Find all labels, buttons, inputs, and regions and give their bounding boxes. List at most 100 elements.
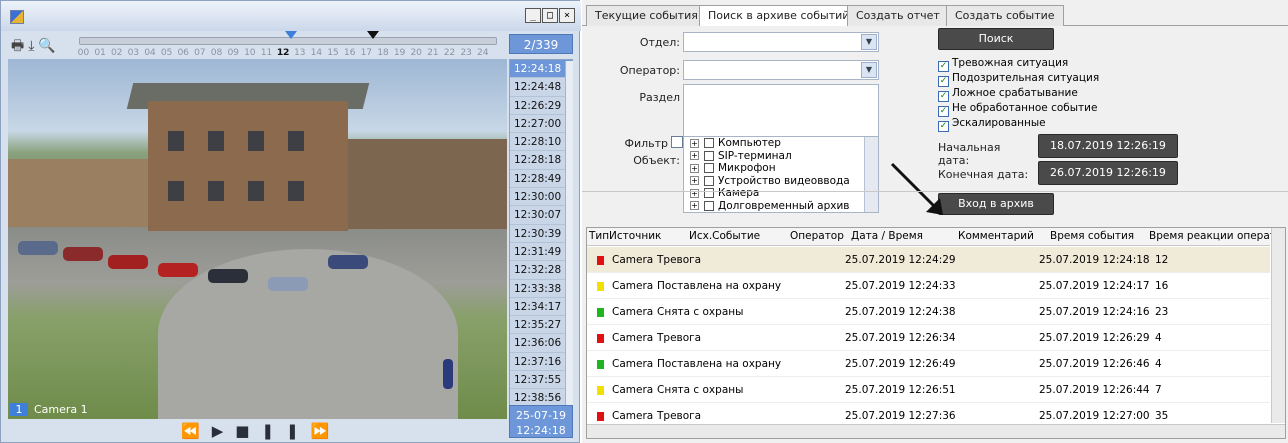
minimize-button[interactable]: _ (525, 8, 541, 23)
forward-button[interactable]: ⏩ (311, 422, 342, 440)
filter-checkbox[interactable] (671, 136, 683, 148)
end-date-field[interactable]: 26.07.2019 12:26:19 (1038, 161, 1178, 185)
tree-item[interactable]: + Компьютер (684, 137, 878, 150)
time-list-item[interactable]: 12:30:07 (510, 206, 572, 225)
tree-item[interactable]: + Устройство видеоввода (684, 175, 878, 188)
tree-checkbox[interactable] (704, 188, 714, 198)
chevron-down-icon[interactable]: ▼ (861, 62, 877, 78)
zoom-icon[interactable]: 🔍 (38, 38, 59, 54)
table-vertical-scrollbar[interactable] (1271, 228, 1285, 423)
expand-icon[interactable]: + (690, 138, 699, 148)
pause-button[interactable]: ❚❚ (261, 422, 310, 440)
tree-item-label: Долговременный архив (718, 199, 850, 212)
timeline-hour-label: 22 (443, 47, 456, 58)
timeline-position-marker[interactable] (285, 31, 297, 39)
tree-checkbox[interactable] (704, 150, 714, 161)
time-list-item[interactable]: 12:35:27 (510, 316, 572, 335)
object-tree[interactable]: + Компьютер + SIP-терминал + Микрофон + Устройс… (683, 136, 879, 213)
event-type-checkbox[interactable]: ✓ Подозрительная ситуация (938, 71, 1099, 87)
time-list-item[interactable]: 12:24:48 (510, 78, 572, 97)
events-table[interactable]: Тип Источник Исх.Событие Оператор Дата /… (586, 227, 1286, 439)
table-row[interactable]: Camera Тревога 25.07.2019 12:24:29 25.07.20… (587, 247, 1270, 273)
time-list-item[interactable]: 12:30:39 (510, 225, 572, 243)
col-type[interactable]: Тип (589, 228, 609, 245)
close-button[interactable]: × (559, 8, 575, 23)
event-type-checkbox[interactable]: ✓ Тревожная ситуация (938, 56, 1068, 72)
start-date-field[interactable]: 18.07.2019 12:26:19 (1038, 134, 1178, 158)
expand-icon[interactable]: + (690, 188, 699, 198)
razdel-field[interactable] (683, 84, 879, 144)
table-horizontal-scrollbar[interactable] (587, 424, 1285, 438)
table-row[interactable]: Camera Поставлена на охрану 25.07.2019 12:… (587, 273, 1270, 299)
time-list-item[interactable]: 12:37:16 (510, 353, 572, 372)
checkmark-icon[interactable]: ✓ (938, 121, 949, 132)
tab-archive-search[interactable]: Поиск в архиве событий (699, 5, 859, 27)
table-row[interactable]: Camera Снята с охраны 25.07.2019 12:26:51 2… (587, 377, 1270, 403)
timeline-hour-label: 20 (410, 47, 422, 58)
tree-checkbox[interactable] (704, 138, 714, 148)
cell-event-time: 25.07.2019 12:26:44 (1039, 384, 1150, 396)
maximize-button[interactable]: □ (542, 8, 558, 23)
tab-current-events[interactable]: Текущие события (586, 5, 707, 26)
time-list-item[interactable]: 12:30:00 (510, 188, 572, 207)
tree-checkbox[interactable] (704, 200, 714, 211)
event-type-checkbox[interactable]: ✓ Не обработанное событие (938, 101, 1097, 117)
tree-item[interactable]: + Микрофон (684, 162, 878, 175)
timeline-hour-label: 04 (144, 47, 156, 58)
divider (582, 191, 1288, 192)
tree-checkbox[interactable] (704, 163, 714, 173)
col-operator[interactable]: Оператор (790, 228, 844, 245)
expand-icon[interactable]: + (690, 163, 699, 173)
table-row[interactable]: Camera Поставлена на охрану 25.07.2019 12:… (587, 351, 1270, 377)
time-list-item[interactable]: 12:32:28 (510, 261, 572, 280)
timeline-hour-label: 02 (110, 47, 123, 58)
rewind-button[interactable]: ⏪ (181, 422, 212, 440)
tree-scrollbar[interactable] (864, 137, 878, 212)
expand-icon[interactable]: + (690, 151, 699, 160)
time-list-item[interactable]: 12:33:38 (510, 280, 572, 298)
enter-archive-button[interactable]: Вход в архив (938, 193, 1054, 215)
tab-create-report[interactable]: Создать отчет (847, 5, 949, 26)
table-row[interactable]: Camera Тревога 25.07.2019 12:26:34 25.07.20… (587, 325, 1270, 351)
time-list-item[interactable]: 12:28:18 (510, 151, 572, 170)
event-type-checkbox[interactable]: ✓ Эскалированные (938, 116, 1046, 132)
time-list-item[interactable]: 12:36:06 (510, 334, 572, 353)
tree-item[interactable]: + Долговременный архив (684, 200, 878, 213)
tab-create-event[interactable]: Создать событие (946, 5, 1064, 26)
cell-reaction: 4 (1155, 358, 1162, 370)
time-list-item[interactable]: 12:28:10 (510, 133, 572, 152)
time-list-item[interactable]: 12:26:29 (510, 97, 572, 115)
table-row[interactable]: Camera Снята с охраны 25.07.2019 12:24:38 2… (587, 299, 1270, 325)
event-time-list[interactable]: 12:24:18 12:24:48 12:26:29 12:27:00 12:28:10… (509, 59, 573, 417)
tree-checkbox[interactable] (704, 175, 714, 186)
col-datetime[interactable]: Дата / Время (851, 228, 923, 245)
search-button[interactable]: Поиск (938, 28, 1054, 50)
time-list-scrollbar[interactable] (565, 61, 573, 415)
col-comment[interactable]: Комментарий (958, 228, 1034, 245)
time-list-item[interactable]: 12:31:49 (510, 243, 572, 262)
col-event[interactable]: Исх.Событие (689, 228, 760, 245)
time-list-item[interactable]: 12:37:55 (510, 371, 572, 390)
tree-item[interactable]: + Камера (684, 187, 878, 200)
operator-select[interactable]: ▼ (683, 60, 879, 80)
stop-button[interactable]: ■ (235, 422, 261, 440)
download-icon[interactable]: ⤓ (28, 38, 38, 54)
time-list-item[interactable]: 12:27:00 (510, 115, 572, 134)
timeline-hour-label: 18 (377, 47, 389, 58)
expand-icon[interactable]: + (690, 201, 699, 210)
expand-icon[interactable]: + (690, 176, 699, 185)
tree-item[interactable]: + SIP-терминал (684, 150, 878, 163)
time-list-item[interactable]: 12:34:17 (510, 298, 572, 317)
camera-video-frame[interactable] (8, 59, 507, 419)
time-list-item[interactable]: 12:24:18 (510, 60, 572, 79)
event-type-checkbox[interactable]: ✓ Ложное срабатывание (938, 86, 1078, 102)
play-button[interactable]: ▶ (212, 422, 236, 440)
time-list-item[interactable]: 12:28:49 (510, 170, 572, 189)
otdel-select[interactable]: ▼ (683, 32, 879, 52)
col-reaction-time[interactable]: Время реакции операто (1149, 228, 1282, 245)
col-event-time[interactable]: Время события (1050, 228, 1134, 245)
timeline-event-marker[interactable] (367, 31, 379, 39)
print-icon[interactable]: 🖶 (11, 38, 28, 54)
col-source[interactable]: Источник (609, 228, 661, 245)
chevron-down-icon[interactable]: ▼ (861, 34, 877, 50)
